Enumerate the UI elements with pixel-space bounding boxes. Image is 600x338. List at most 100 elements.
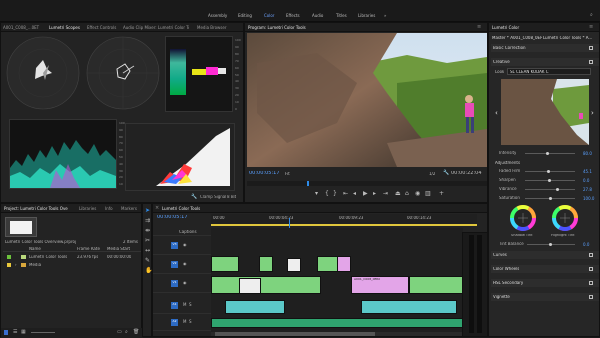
program-timecode[interactable]: 00:00:05:17 [249,171,280,176]
timeline-clip[interactable] [337,256,351,272]
column-frame-rate[interactable]: Frame Rate [77,247,100,251]
sequence-clip-label[interactable]: Lumetri Color Tools * A... [543,36,599,40]
tint-balance-knob[interactable] [549,243,552,246]
look-preview-thumbnail[interactable] [501,79,589,145]
curves-section[interactable]: Curves [491,251,599,259]
workspace-audio[interactable]: Audio [312,13,323,18]
bit-depth-label[interactable]: 8 Bit [227,195,236,199]
ripple-edit-icon[interactable]: ⇹ [145,228,150,234]
trash-icon[interactable]: 🗑 [133,329,139,335]
intensity-value[interactable]: 80.0 [583,151,592,156]
workspace-editing[interactable]: Editing [238,13,252,18]
tab-markers[interactable]: Markers [121,206,137,211]
saturation-slider[interactable] [525,197,575,200]
creative-checkbox[interactable] [589,60,593,64]
zoom-slider[interactable] [31,332,55,333]
column-media-start[interactable]: Media Start [107,247,130,251]
timeline-clip[interactable]: A001_C008_0ERK [351,276,409,294]
eye-icon[interactable]: ◉ [183,242,187,247]
faded-film-slider[interactable] [525,170,575,173]
master-clip-label[interactable]: Master * A001_C008_0ERK... [492,36,542,40]
slip-tool-icon[interactable]: ↔ [145,248,150,254]
vibrance-value[interactable]: 27.8 [583,187,592,192]
track-select-icon[interactable]: ⇉ [145,218,150,224]
tab-effect-controls[interactable]: Effect Controls [87,25,116,30]
list-item[interactable]: Lumetri Color Tools 23.976 fps 00:00:00:… [3,254,141,260]
add-marker-icon[interactable]: ▾ [315,191,318,197]
list-view-icon[interactable]: ☰ [13,329,17,335]
lock-icon[interactable] [4,330,8,335]
tab-sequence[interactable]: Lumetri Color Tools [162,206,200,211]
track-target-button[interactable]: V1 [171,280,178,287]
intensity-slider[interactable] [525,152,575,155]
sharpen-knob[interactable] [548,179,551,182]
saturation-value[interactable]: 100.0 [583,196,594,201]
look-prev-icon[interactable]: ‹ [495,109,498,117]
step-back-icon[interactable]: ◂ [353,191,356,197]
tab-media-browser[interactable]: Media Browser [197,25,227,30]
workspace-titles[interactable]: Titles [336,13,347,18]
razor-tool-icon[interactable]: ✂ [145,238,150,244]
look-next-icon[interactable]: › [591,109,594,117]
timeline-clip[interactable] [409,276,463,294]
workspace-color[interactable]: Color [264,13,274,18]
timeline-clip[interactable] [239,278,261,294]
menu-icon[interactable]: » [384,13,386,18]
audio-clip[interactable] [361,300,457,314]
workspace-libraries[interactable]: Libraries [358,13,375,18]
creative-section[interactable]: Creative [491,58,599,66]
vignette-section[interactable]: Vignette [491,293,599,301]
add-button-icon[interactable]: + [439,191,444,197]
go-to-out-icon[interactable]: ⇥ [383,191,388,197]
track-target-button[interactable]: A2 [171,319,178,326]
audio-clip[interactable] [211,318,463,328]
tab-program[interactable]: Program: Lumetri Color Tools [248,25,306,30]
timeline-clip[interactable] [259,256,273,272]
tab-audio-clip-mixer[interactable]: Audio Clip Mixer: Lumetri Color Tools [123,25,189,30]
tint-balance-value[interactable]: 0.0 [583,242,589,247]
vibrance-knob[interactable] [556,188,559,191]
tab-libraries[interactable]: Libraries [79,206,96,211]
basic-correction-checkbox[interactable] [589,46,593,50]
timeline-clip[interactable] [287,258,301,272]
sharpen-value[interactable]: 0.0 [583,178,589,183]
timeline-timecode[interactable]: 00:00:05:17 [157,215,188,220]
highlight-tint-wheel[interactable] [551,204,579,232]
selection-tool-icon[interactable]: ➤ [145,208,150,214]
timeline-ruler[interactable]: 00:00 00:00:04:23 00:00:09:23 00:00:14:2… [211,214,477,226]
mute-button[interactable]: M [183,302,186,307]
clamp-signal-label[interactable]: Clamp Signal [200,195,226,199]
close-icon[interactable]: × [155,205,159,211]
step-forward-icon[interactable]: ▸ [373,191,376,197]
color-wheels-checkbox[interactable] [589,267,593,271]
export-frame-icon[interactable]: ◉ [415,191,420,197]
track-target-button[interactable]: A1 [171,302,178,309]
tab-info[interactable]: Info [105,206,113,211]
pen-tool-icon[interactable]: ✎ [145,258,150,264]
solo-button[interactable]: S [189,319,192,324]
tab-project[interactable]: Project: Lumetri Color Tools Overview [4,206,68,211]
work-area-bar[interactable] [211,224,477,226]
intensity-knob[interactable] [546,152,549,155]
list-item[interactable]: › Media [3,262,141,268]
settings-wrench-icon[interactable]: 🔧 [443,170,449,176]
vibrance-slider[interactable] [525,188,575,191]
extract-icon[interactable]: ⌂ [405,191,409,197]
go-to-in-icon[interactable]: ⇤ [343,191,348,197]
scroll-thumb[interactable] [215,332,375,336]
shadow-tint-wheel[interactable] [509,204,537,232]
color-wheels-section[interactable]: Color Wheels [491,265,599,273]
lift-icon[interactable]: ⏏ [395,191,401,197]
zoom-select[interactable]: Fit [285,172,290,176]
hsl-secondary-checkbox[interactable] [589,281,593,285]
solo-button[interactable]: S [189,302,192,307]
tab-lumetri-color[interactable]: Lumetri Color [492,25,519,30]
comparison-view-icon[interactable]: ▥ [425,191,431,197]
panel-menu-icon[interactable]: ≡ [477,24,481,30]
search-icon[interactable]: ⌕ [590,12,593,18]
workspace-assembly[interactable]: Assembly [208,13,227,18]
playhead-marker[interactable] [307,181,309,186]
basic-correction-section[interactable]: Basic Correction [491,44,599,52]
sharpen-slider[interactable] [525,179,575,182]
chevron-right-icon[interactable]: › [15,262,17,267]
